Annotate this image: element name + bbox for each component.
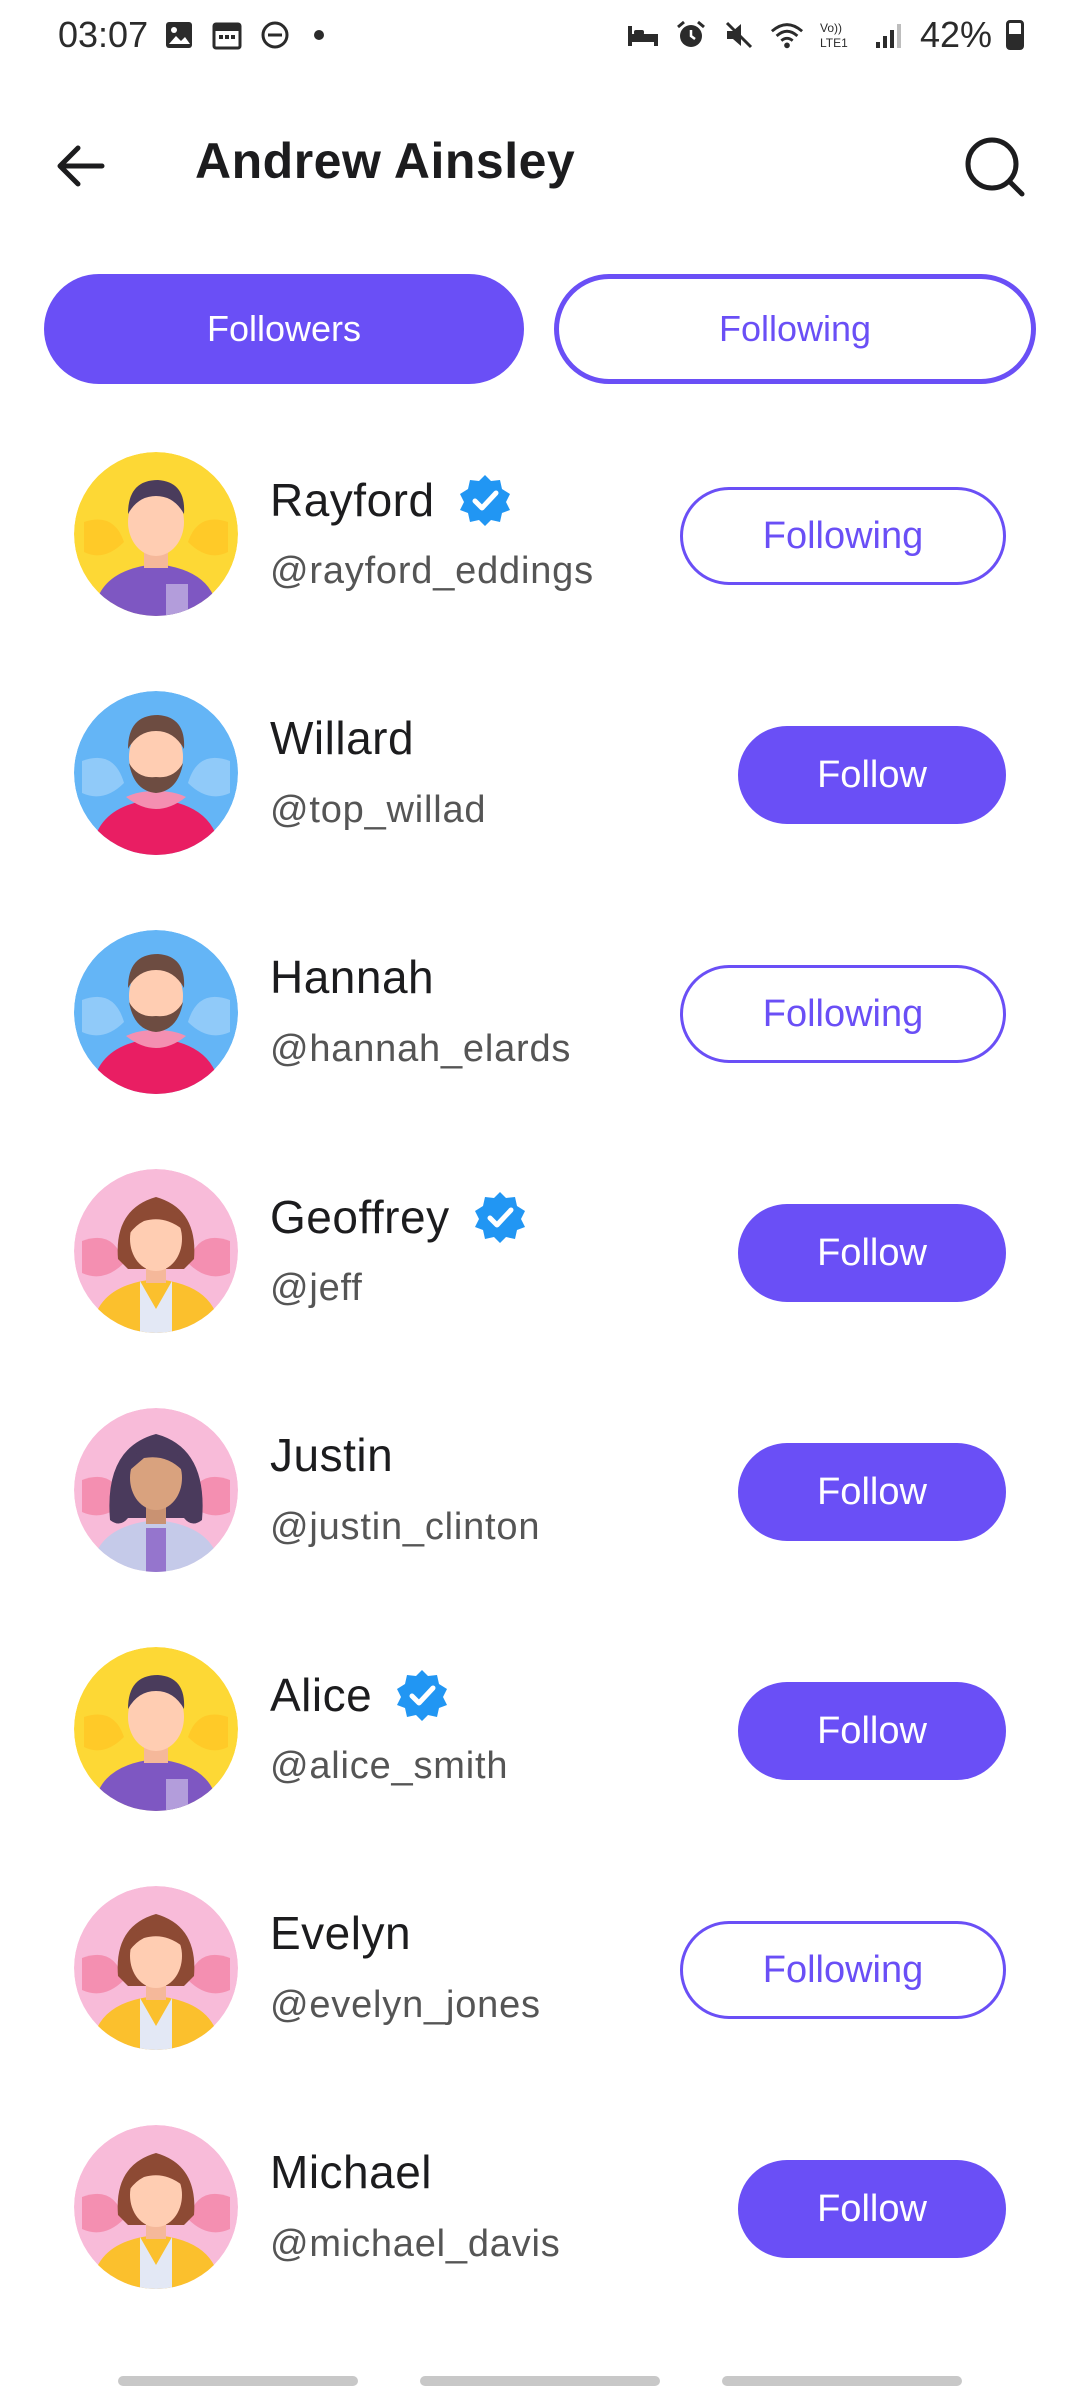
user-name: Willard (270, 712, 415, 764)
user-handle: @michael_davis (270, 2223, 561, 2265)
wifi-icon (770, 18, 804, 52)
search-icon[interactable] (962, 134, 1028, 200)
tab-bar: Followers Following (44, 274, 1036, 384)
tab-following[interactable]: Following (554, 274, 1036, 384)
following-button[interactable]: Following (680, 487, 1006, 585)
user-handle: @rayford_eddings (270, 550, 594, 592)
follow-button[interactable]: Follow (738, 2160, 1006, 2258)
verified-badge-icon (394, 1667, 450, 1723)
list-item[interactable]: Geoffrey @jeff Follow (0, 1149, 1080, 1388)
calendar-icon (210, 18, 244, 52)
user-name: Justin (270, 1429, 394, 1481)
avatar[interactable] (74, 1408, 238, 1572)
follow-button[interactable]: Follow (738, 1443, 1006, 1541)
list-item[interactable]: Alice @alice_smith Follow (0, 1627, 1080, 1866)
battery-icon (1006, 20, 1024, 50)
user-name: Geoffrey (270, 1191, 450, 1243)
sleep-icon (626, 18, 660, 52)
list-item[interactable]: Hannah @hannah_elards Following (0, 910, 1080, 1149)
avatar[interactable] (74, 930, 238, 1094)
user-handle: @justin_clinton (270, 1506, 541, 1548)
follow-button[interactable]: Follow (738, 1682, 1006, 1780)
system-nav-bar (0, 2376, 1080, 2388)
dnd-icon (258, 18, 292, 52)
status-bar: 03:07 Vo)) LTE1 42% (0, 0, 1080, 70)
verified-badge-icon (457, 472, 513, 528)
avatar[interactable] (74, 1886, 238, 2050)
list-item[interactable]: Rayford @rayford_eddings Following (0, 432, 1080, 671)
svg-text:LTE1: LTE1 (820, 36, 848, 50)
list-item[interactable]: Michael @michael_davis Follow (0, 2105, 1080, 2344)
verified-badge-icon (472, 1189, 528, 1245)
signal-icon (872, 18, 906, 52)
follow-button[interactable]: Follow (738, 726, 1006, 824)
avatar[interactable] (74, 691, 238, 855)
user-name: Hannah (270, 951, 435, 1003)
following-button[interactable]: Following (680, 1921, 1006, 2019)
user-handle: @hannah_elards (270, 1028, 572, 1070)
user-name: Rayford (270, 474, 435, 526)
back-arrow-icon[interactable] (52, 138, 108, 194)
list-item[interactable]: Willard @top_willad Follow (0, 671, 1080, 910)
list-item[interactable]: Evelyn @evelyn_jones Following (0, 1866, 1080, 2105)
avatar[interactable] (74, 452, 238, 616)
follow-button[interactable]: Follow (738, 1204, 1006, 1302)
status-time: 03:07 (58, 14, 149, 55)
nav-home-icon[interactable] (420, 2376, 660, 2386)
user-handle: @alice_smith (270, 1745, 509, 1787)
user-name: Michael (270, 2146, 433, 2198)
user-handle: @top_willad (270, 789, 487, 831)
mute-icon (722, 18, 756, 52)
tab-followers[interactable]: Followers (44, 274, 524, 384)
user-name: Evelyn (270, 1907, 412, 1959)
header: Andrew Ainsley (0, 110, 1080, 220)
following-button[interactable]: Following (680, 965, 1006, 1063)
user-list: Rayford @rayford_eddings Following Willa… (0, 432, 1080, 2344)
nav-back-icon[interactable] (722, 2376, 962, 2386)
notification-dot-icon (314, 30, 325, 40)
user-handle: @evelyn_jones (270, 1984, 541, 2026)
list-item[interactable]: Justin @justin_clinton Follow (0, 1388, 1080, 1627)
avatar[interactable] (74, 1169, 238, 1333)
avatar[interactable] (74, 1647, 238, 1811)
avatar[interactable] (74, 2125, 238, 2289)
svg-text:Vo)): Vo)) (820, 21, 842, 35)
page-title: Andrew Ainsley (195, 133, 576, 189)
gallery-icon (162, 18, 196, 52)
user-name: Alice (270, 1669, 373, 1721)
volte-icon: Vo)) LTE1 (818, 18, 858, 52)
user-handle: @jeff (270, 1267, 363, 1309)
nav-recents-icon[interactable] (118, 2376, 358, 2386)
alarm-icon (674, 18, 708, 52)
battery-percent: 42% (919, 14, 992, 55)
